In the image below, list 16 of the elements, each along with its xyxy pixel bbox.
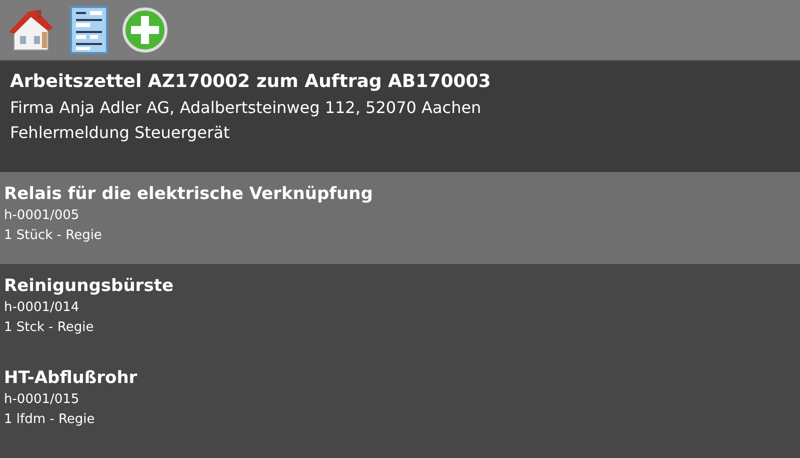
header-line: Fehlermeldung Steuergerät — [10, 122, 231, 144]
add-icon — [122, 7, 168, 53]
article-name: HT-Abflußrohr — [4, 367, 138, 390]
form-button[interactable] — [70, 4, 108, 56]
article-name: Relais für die elektrische Verknüpfung — [4, 183, 374, 206]
article-row[interactable]: Relais für die elektrische Verknüpfung h-0001/005 1 Stück - Regie — [0, 172, 800, 264]
worksheet-title: Arbeitszettel AZ170002 zum Auftrag AB170003 — [10, 70, 492, 94]
form-icon — [70, 6, 108, 54]
header-line: Firma Anja Adler AG, Adalbertsteinweg 112, 52070 Aachen — [10, 97, 482, 119]
article-name: Reinigungsbürste — [4, 275, 174, 298]
article-number: h-0001/005 — [4, 207, 80, 225]
article-quantity: 1 Stck - Regie — [4, 319, 95, 337]
article-quantity: 1 Stück - Regie — [4, 227, 103, 245]
article-quantity: 1 lfdm - Regie — [4, 411, 96, 429]
article-number: h-0001/015 — [4, 391, 80, 409]
article-number: h-0001/014 — [4, 299, 80, 317]
